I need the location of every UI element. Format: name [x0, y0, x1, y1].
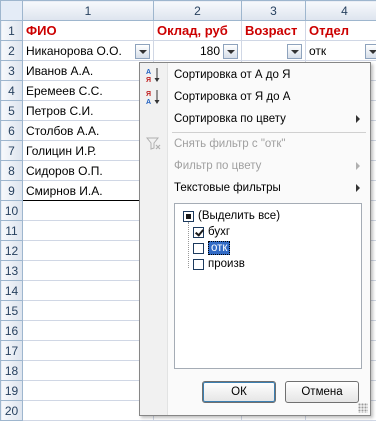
row-header[interactable]: 10: [0, 200, 23, 221]
sort-za-icon: Я А: [145, 88, 163, 106]
row-header[interactable]: 2: [0, 40, 23, 61]
submenu-arrow-icon: [356, 115, 360, 123]
column-header-4[interactable]: 4: [305, 0, 376, 21]
menu-filter-by-color: Фильтр по цвету: [140, 155, 370, 177]
svg-text:Я: Я: [146, 77, 151, 84]
submenu-arrow-icon: [356, 184, 360, 192]
checkbox-otk[interactable]: [193, 242, 204, 254]
filter-item-label: бухг: [208, 226, 231, 238]
row-header[interactable]: 5: [0, 100, 23, 121]
filter-values-list[interactable]: (Выделить все) бухг отк произв: [174, 203, 362, 369]
column-header-3[interactable]: 3: [241, 0, 306, 21]
menu-sort-descending-label: Сортировка от Я до А: [174, 91, 291, 103]
header-cell-salary[interactable]: Оклад, руб: [153, 20, 242, 41]
row-header[interactable]: 6: [0, 120, 23, 141]
row-header[interactable]: 9: [0, 180, 23, 201]
row-header[interactable]: 3: [0, 60, 23, 81]
filter-item-select-all-label: (Выделить все): [198, 210, 281, 222]
cell-name[interactable]: Столбов А.А.: [22, 120, 154, 141]
filter-item[interactable]: отк: [193, 240, 231, 256]
menu-clear-filter: Снять фильтр с "отк": [140, 133, 370, 155]
ok-button[interactable]: ОК: [202, 381, 276, 403]
cell[interactable]: [22, 360, 154, 381]
cell-name[interactable]: Еремеев С.С.: [22, 80, 154, 101]
row-header[interactable]: 12: [0, 240, 23, 261]
menu-text-filters[interactable]: Текстовые фильтры: [140, 177, 370, 199]
row-header[interactable]: 20: [0, 400, 23, 421]
row-header[interactable]: 8: [0, 160, 23, 181]
svg-text:А: А: [146, 69, 151, 76]
submenu-arrow-icon: [356, 162, 360, 170]
filter-item[interactable]: бухг: [193, 224, 230, 240]
row-header[interactable]: 19: [0, 380, 23, 401]
filter-dropdown-salary[interactable]: [223, 43, 238, 59]
clear-filter-icon: [145, 135, 163, 153]
svg-text:А: А: [146, 99, 151, 106]
checkbox-buhg[interactable]: [193, 226, 204, 238]
header-cell-age[interactable]: Возраст: [241, 20, 306, 41]
menu-sort-ascending[interactable]: А Я Сортировка от А до Я: [140, 64, 370, 86]
filter-dropdown-age[interactable]: [287, 43, 302, 59]
cell[interactable]: [22, 380, 154, 401]
header-cell-dept[interactable]: Отдел: [305, 20, 376, 41]
row-header[interactable]: 15: [0, 300, 23, 321]
cell[interactable]: [22, 300, 154, 321]
cell-name[interactable]: Голицин И.Р.: [22, 140, 154, 161]
cell-name[interactable]: Петров С.И.: [22, 100, 154, 121]
cell[interactable]: [22, 240, 154, 261]
row-header[interactable]: 16: [0, 320, 23, 341]
row-header[interactable]: 1: [0, 20, 23, 41]
cell-name[interactable]: Сидоров О.П.: [22, 160, 154, 181]
cell[interactable]: [22, 280, 154, 301]
filter-item-select-all[interactable]: (Выделить все): [183, 208, 280, 224]
row-header[interactable]: 11: [0, 220, 23, 241]
menu-sort-by-color[interactable]: Сортировка по цвету: [140, 108, 370, 130]
cell[interactable]: [22, 220, 154, 241]
header-cell-fio[interactable]: ФИО: [22, 20, 154, 41]
sort-az-icon: А Я: [145, 66, 163, 84]
cell-name[interactable]: Никанорова О.О.: [22, 40, 154, 61]
resize-grip[interactable]: [358, 403, 368, 413]
checkbox-proizv[interactable]: [193, 258, 204, 270]
cell[interactable]: [22, 260, 154, 281]
cancel-button[interactable]: Отмена: [285, 381, 359, 403]
cell-name-text: Никанорова О.О.: [26, 43, 122, 58]
menu-clear-filter-label: Снять фильтр с "отк": [174, 138, 286, 150]
row-header[interactable]: 17: [0, 340, 23, 361]
checkbox-select-all[interactable]: [183, 210, 194, 222]
column-header-1[interactable]: 1: [22, 0, 154, 21]
tree-connector: [188, 222, 189, 268]
cell-salary-text: 180: [199, 43, 220, 58]
cell[interactable]: [22, 340, 154, 361]
cell-age[interactable]: [241, 40, 306, 61]
cell-dept-text: отк: [309, 43, 327, 58]
column-header-2[interactable]: 2: [153, 0, 242, 21]
filter-dropdown-fio[interactable]: [135, 43, 150, 59]
menu-text-filters-label: Текстовые фильтры: [174, 182, 281, 194]
filter-dropdown-dept[interactable]: [365, 43, 376, 59]
row-header[interactable]: 18: [0, 360, 23, 381]
cell[interactable]: [22, 400, 154, 421]
menu-filter-by-color-label: Фильтр по цвету: [174, 160, 262, 172]
cell-name[interactable]: Иванов А.А.: [22, 60, 154, 81]
row-header[interactable]: 14: [0, 280, 23, 301]
menu-sort-by-color-label: Сортировка по цвету: [174, 113, 286, 125]
cell[interactable]: [22, 320, 154, 341]
menu-sort-ascending-label: Сортировка от А до Я: [174, 69, 291, 81]
svg-text:Я: Я: [146, 91, 151, 98]
row-header[interactable]: 4: [0, 80, 23, 101]
cell[interactable]: [22, 200, 154, 221]
cell-dept[interactable]: отк: [305, 40, 376, 61]
cell-name[interactable]: Смирнов И.А.: [22, 180, 154, 201]
menu-sort-descending[interactable]: Я А Сортировка от Я до А: [140, 86, 370, 108]
select-all-corner[interactable]: [0, 0, 23, 21]
row-header[interactable]: 7: [0, 140, 23, 161]
filter-item[interactable]: произв: [193, 256, 245, 272]
autofilter-menu: А Я Сортировка от А до Я Я А Сортировка …: [139, 62, 371, 416]
row-header[interactable]: 13: [0, 260, 23, 281]
filter-item-label: произв: [208, 258, 245, 270]
cell-salary[interactable]: 180: [153, 40, 242, 61]
filter-item-label: отк: [208, 241, 231, 255]
